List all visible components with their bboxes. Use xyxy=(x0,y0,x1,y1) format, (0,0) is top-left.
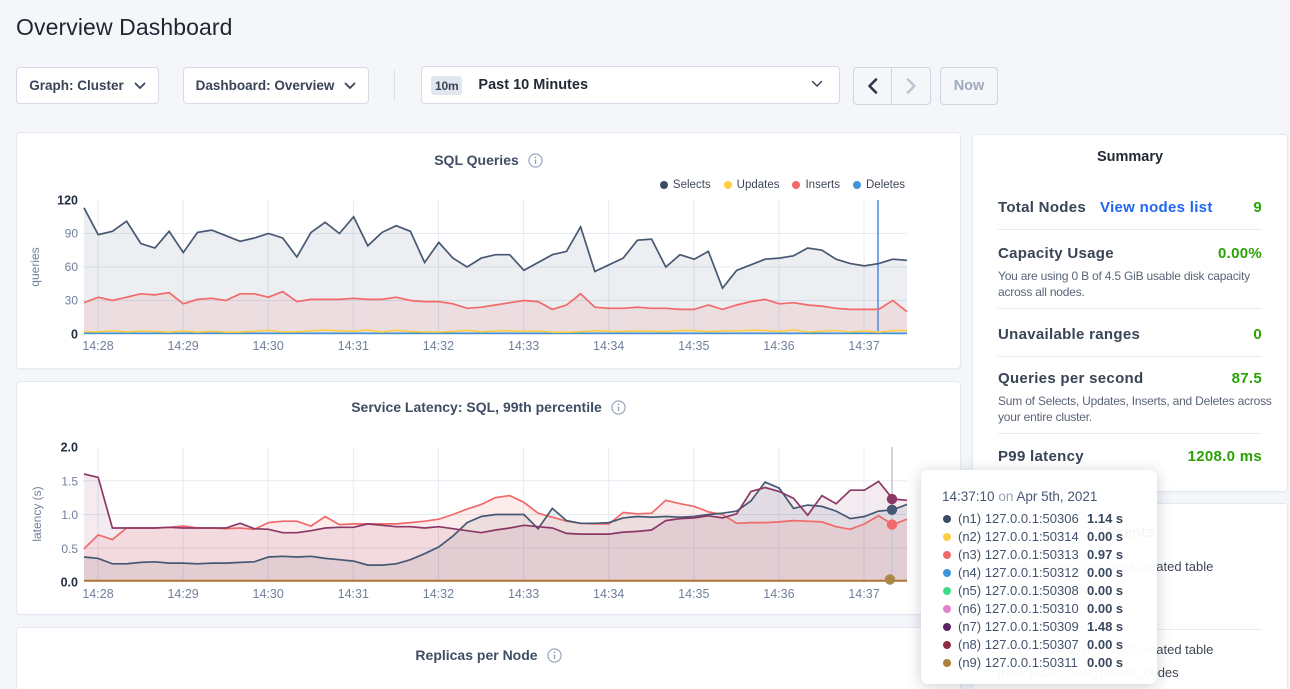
svg-text:14:33: 14:33 xyxy=(508,587,539,601)
svg-text:14:30: 14:30 xyxy=(253,587,284,601)
svg-text:latency (s): latency (s) xyxy=(30,486,44,541)
svg-text:14:37: 14:37 xyxy=(848,587,879,601)
svg-text:14:35: 14:35 xyxy=(678,587,709,601)
svg-text:14:36: 14:36 xyxy=(763,339,794,353)
svg-text:14:36: 14:36 xyxy=(763,587,794,601)
svg-text:queries: queries xyxy=(28,247,42,286)
svg-text:14:30: 14:30 xyxy=(253,339,284,353)
svg-text:14:28: 14:28 xyxy=(82,339,113,353)
svg-text:14:31: 14:31 xyxy=(338,339,369,353)
svg-text:14:32: 14:32 xyxy=(423,339,454,353)
svg-text:60: 60 xyxy=(65,260,79,274)
svg-text:1.0: 1.0 xyxy=(61,508,78,522)
svg-text:14:34: 14:34 xyxy=(593,339,624,353)
svg-text:0.5: 0.5 xyxy=(61,542,78,556)
svg-text:2.0: 2.0 xyxy=(61,441,78,455)
svg-text:14:29: 14:29 xyxy=(167,587,198,601)
svg-text:1.5: 1.5 xyxy=(61,474,78,488)
svg-text:120: 120 xyxy=(57,194,78,208)
svg-text:14:35: 14:35 xyxy=(678,339,709,353)
svg-text:14:28: 14:28 xyxy=(82,587,113,601)
svg-text:0: 0 xyxy=(71,328,78,342)
svg-text:0.0: 0.0 xyxy=(61,576,78,590)
svg-text:14:31: 14:31 xyxy=(338,587,369,601)
svg-text:14:29: 14:29 xyxy=(167,339,198,353)
svg-text:14:32: 14:32 xyxy=(423,587,454,601)
svg-text:90: 90 xyxy=(65,227,79,241)
svg-text:14:37: 14:37 xyxy=(848,339,879,353)
svg-text:14:33: 14:33 xyxy=(508,339,539,353)
svg-text:14:34: 14:34 xyxy=(593,587,624,601)
svg-text:30: 30 xyxy=(65,294,79,308)
